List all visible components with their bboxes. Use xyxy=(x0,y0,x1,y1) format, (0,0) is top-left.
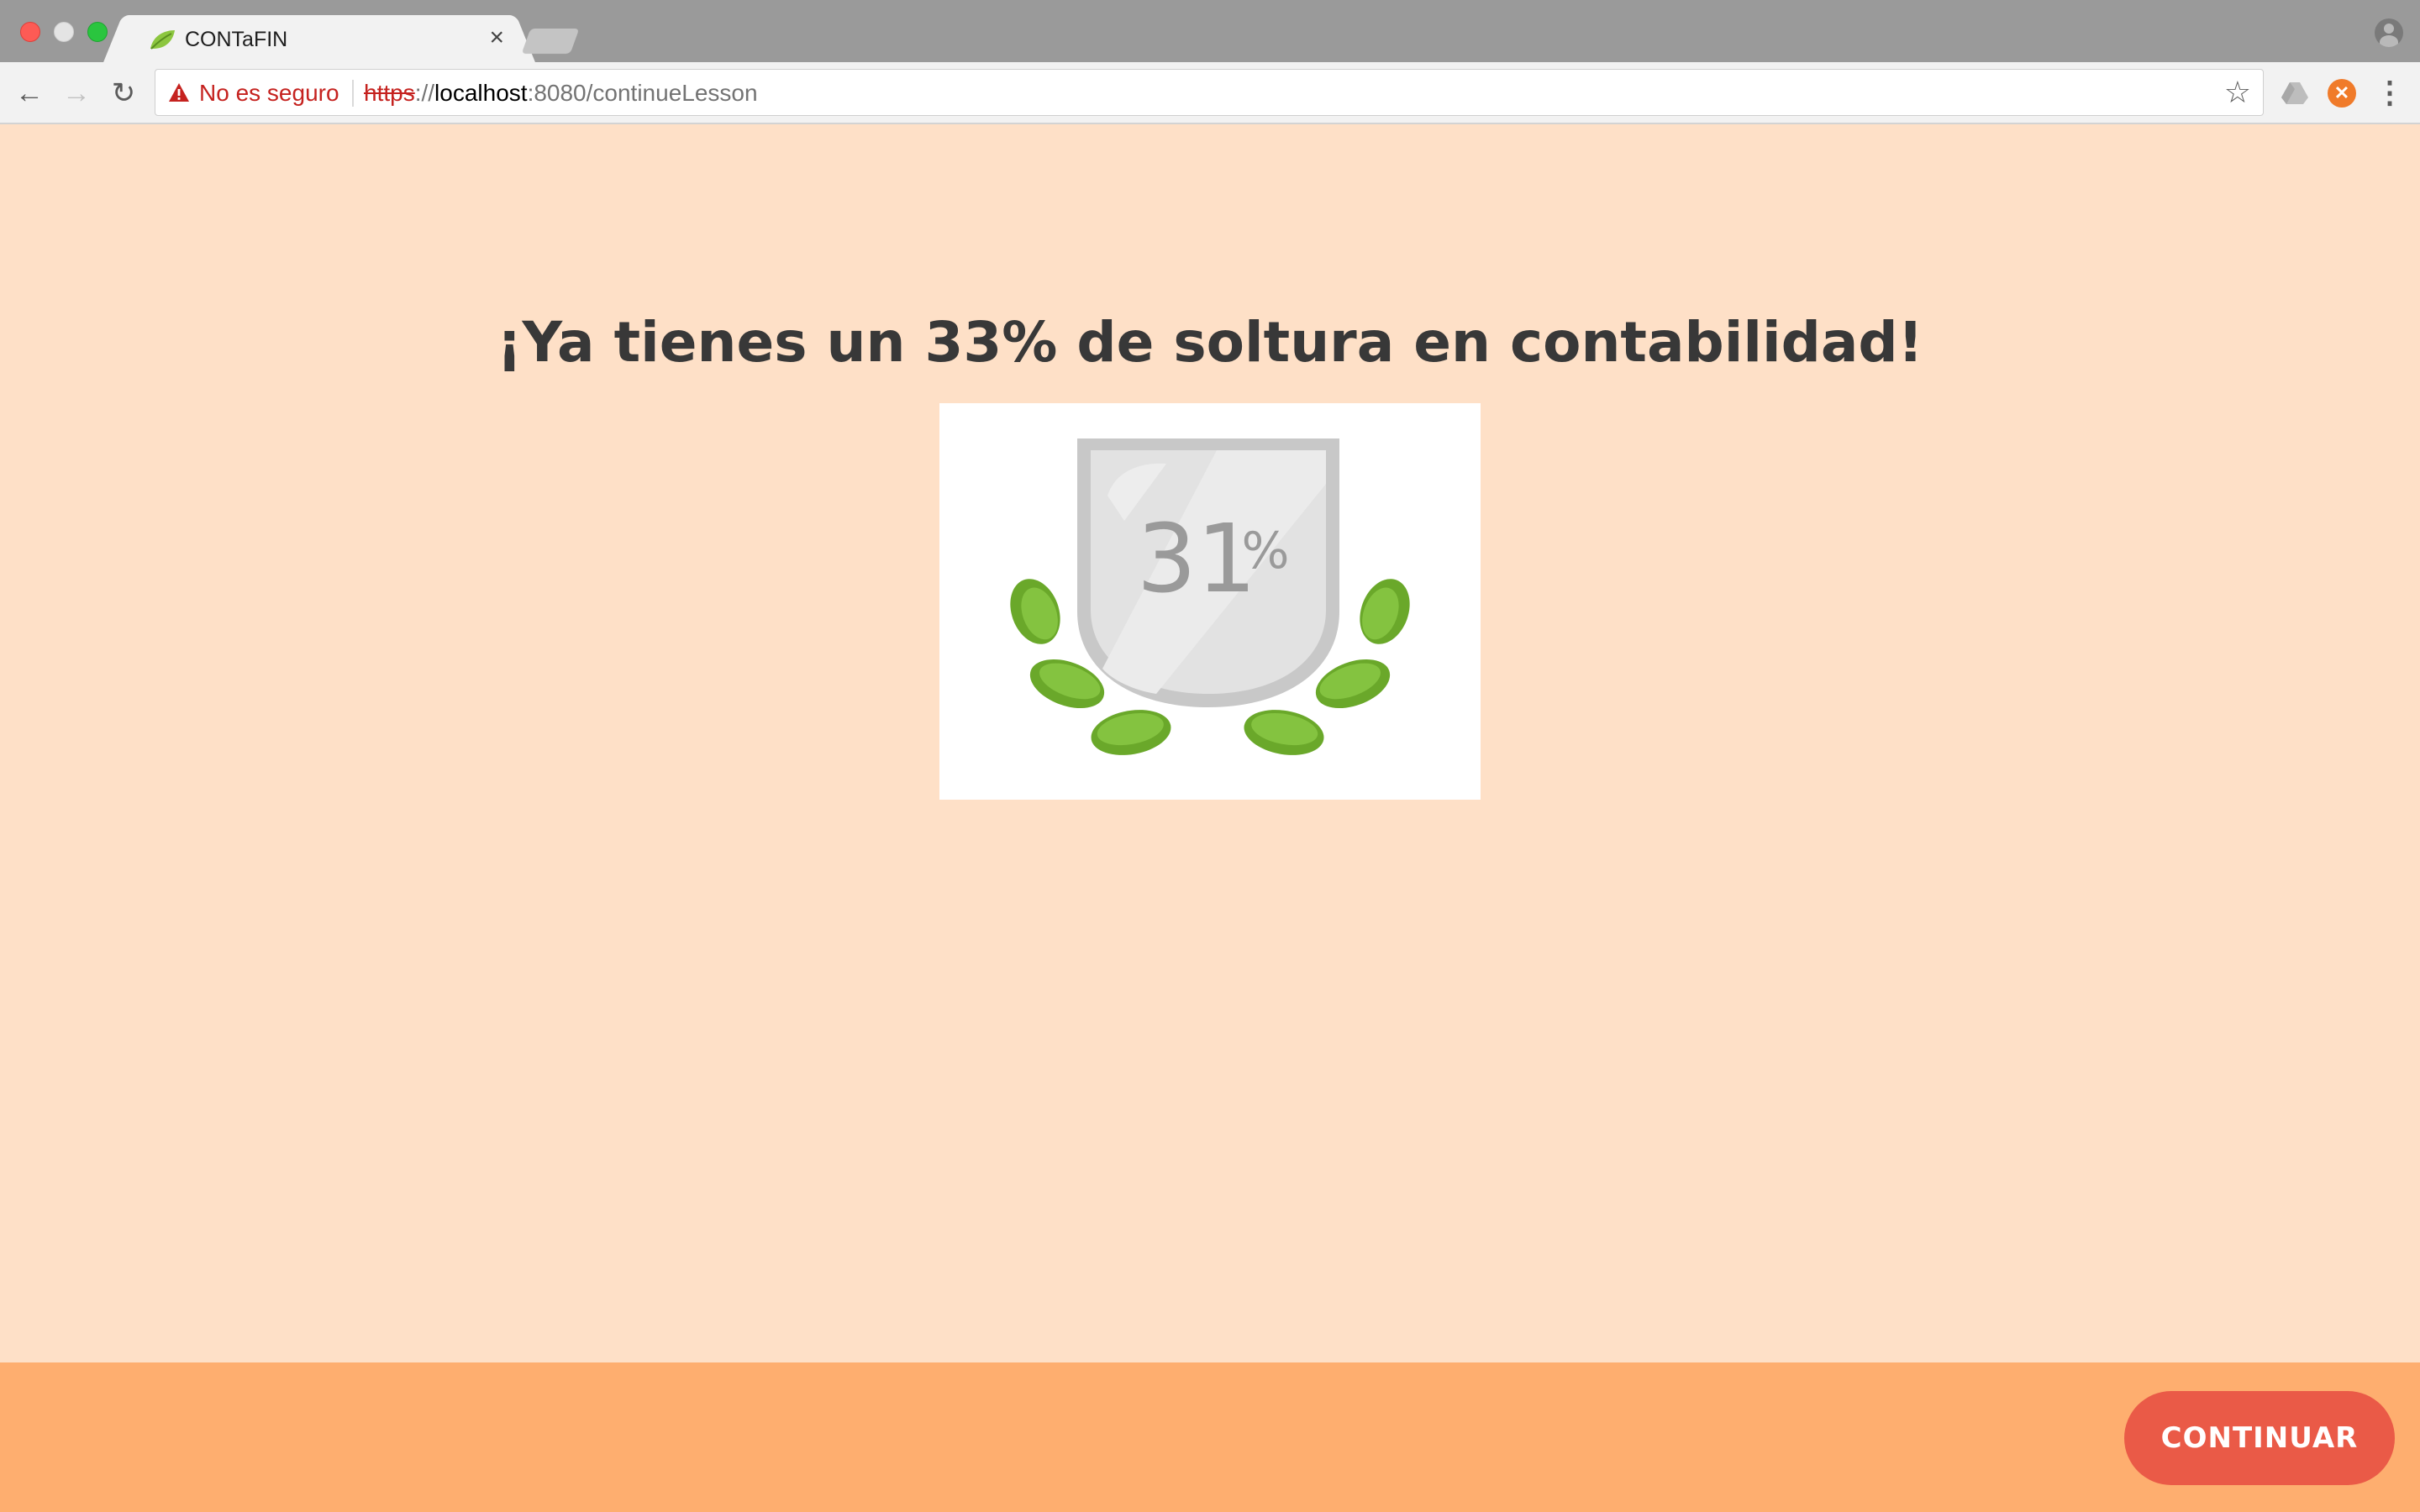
address-bar[interactable]: No es seguro https://localhost:8080/cont… xyxy=(155,69,2264,116)
browser-toolbar: ← → ↻ No es seguro https://localhost:808… xyxy=(0,62,2420,124)
shield-icon: 31 % xyxy=(1077,438,1339,707)
url-host: localhost xyxy=(434,80,528,106)
browser-tab-active[interactable]: CONTaFIN × xyxy=(126,15,513,64)
url-text[interactable]: https://localhost:8080/continueLesson xyxy=(364,80,758,107)
bookmark-star-icon[interactable]: ☆ xyxy=(2224,76,2251,108)
profile-icon[interactable] xyxy=(2375,18,2403,47)
progress-heading: ¡Ya tienes un 33% de soltura en contabil… xyxy=(497,310,1923,375)
warning-triangle-icon xyxy=(169,83,189,102)
url-scheme: https xyxy=(364,80,415,106)
lesson-footer: CONTINUAR xyxy=(0,1362,2420,1512)
window-maximize-button[interactable] xyxy=(87,22,108,42)
badge-percent-sign: % xyxy=(1241,522,1289,580)
browser-menu-icon[interactable]: ⋮ xyxy=(2375,76,2405,109)
extension-orange-icon[interactable] xyxy=(2328,79,2356,108)
tab-title: CONTaFIN xyxy=(185,28,288,51)
badge-percent-number: 31 xyxy=(1137,505,1257,614)
leaf-favicon-icon xyxy=(150,30,175,50)
back-arrow-icon[interactable]: ← xyxy=(13,77,45,109)
reload-icon[interactable]: ↻ xyxy=(108,77,139,109)
forward-arrow-icon[interactable]: → xyxy=(60,77,92,109)
fluency-badge-graphic: 31 % xyxy=(1010,438,1410,755)
address-bar-divider xyxy=(352,80,354,107)
drive-extension-icon[interactable] xyxy=(2281,79,2309,108)
window-minimize-button[interactable] xyxy=(54,22,74,42)
window-close-button[interactable] xyxy=(20,22,40,42)
security-status-label[interactable]: No es seguro xyxy=(199,80,339,107)
continue-button[interactable]: CONTINUAR xyxy=(2124,1391,2395,1485)
page-content: ¡Ya tienes un 33% de soltura en contabil… xyxy=(0,124,2420,1362)
tab-close-icon[interactable]: × xyxy=(489,24,504,51)
url-separator: :// xyxy=(414,80,435,106)
browser-tab-strip: CONTaFIN × xyxy=(0,0,2420,64)
url-path: :8080/continueLesson xyxy=(527,80,758,106)
fluency-badge-image: 31 % xyxy=(939,403,1481,800)
new-tab-button[interactable] xyxy=(521,29,580,54)
